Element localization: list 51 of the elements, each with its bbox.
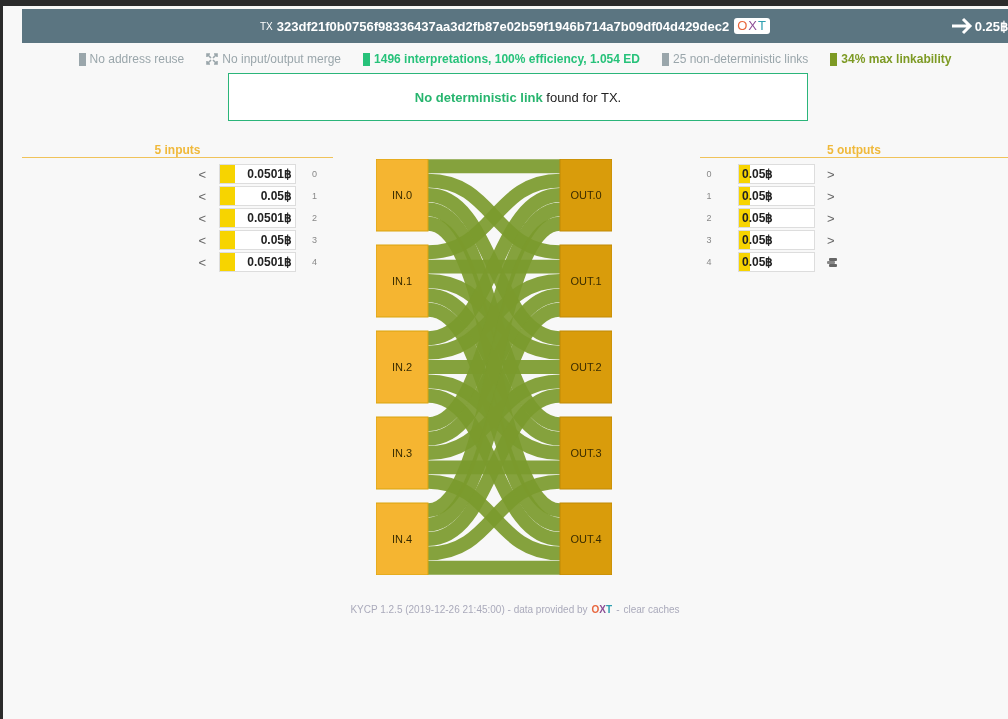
row-index: 3 [311,235,318,245]
status-text: 25 non-deterministic links [672,52,809,66]
amount-text: 0.0501฿ [246,211,292,225]
separator-text: - [616,604,620,615]
previous-link[interactable]: < [198,188,206,204]
row-index: 2 [311,213,318,223]
status-text: 1496 interpretations, 100% efficiency, 1.054 ED [374,52,640,66]
row-index: 0 [311,169,318,179]
status-text: No input/output merge [222,52,342,66]
amount-text: 0.05฿ [259,189,292,203]
amount-text: 0.0501฿ [246,255,292,269]
transaction-id: 323df21f0b0756f98336437aa3d2fb87e02b59f1946b714a7b09df04d429dec2 [276,18,730,34]
next-link[interactable]: > [827,210,835,226]
row-index: 0 [705,169,713,179]
amount-text: 0.05฿ [259,233,292,247]
inputs-heading: 5 inputs [22,143,333,158]
node-label: OUT.0 [570,189,602,201]
node-label: IN.3 [391,447,413,459]
row-index: 2 [705,213,713,223]
node-label: IN.1 [391,275,413,287]
node-label: IN.2 [391,361,413,373]
node-label: OUT.3 [570,447,602,459]
right-arrow-icon [950,17,973,35]
outputs-heading: 5 outputs [700,143,1008,158]
previous-link[interactable]: < [198,232,206,248]
row-index: 4 [311,257,318,267]
oxt-link[interactable]: OXT [734,18,770,34]
row-index: 3 [705,235,713,245]
oxt-link[interactable]: OXT [591,604,613,615]
node-label: OUT.4 [570,533,602,545]
row-index: 1 [705,191,713,201]
previous-link[interactable]: < [198,254,206,270]
node-label: IN.0 [391,189,413,201]
tx-label: TX [260,20,273,32]
total-amount: 0.25฿ [974,18,1008,34]
previous-link[interactable]: < [198,166,206,182]
version-text: KYCP 1.2.5 (2019-12-26 21:45:00) - data provided by [350,604,588,615]
next-link[interactable]: > [827,166,835,182]
next-link[interactable]: > [827,188,835,204]
status-text: 34% max linkability [841,52,952,66]
row-index: 1 [311,191,318,201]
amount-text: 0.0501฿ [246,167,292,181]
stack-icon[interactable] [827,257,837,267]
next-link[interactable]: > [827,232,835,248]
node-label: OUT.2 [570,361,602,373]
status-text: No address reuse [89,52,185,66]
node-label: OUT.1 [570,275,602,287]
message-text: No deterministic link found for TX. [414,89,622,105]
node-label: IN.4 [391,533,413,545]
previous-link[interactable]: < [198,210,206,226]
row-index: 4 [705,257,713,267]
